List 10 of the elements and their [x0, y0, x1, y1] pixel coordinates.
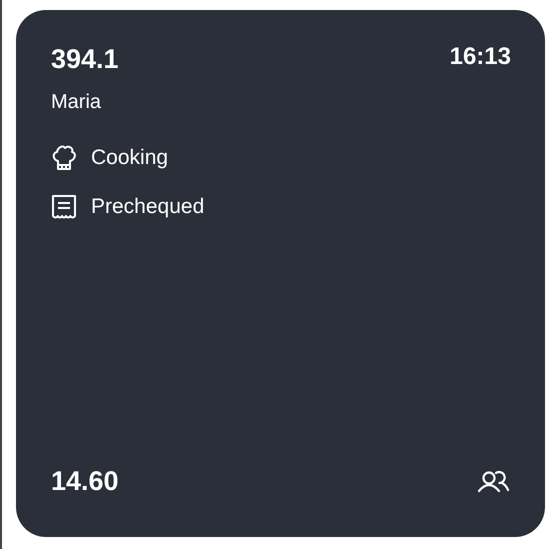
- order-total: 14.60: [51, 466, 119, 497]
- status-label: Cooking: [91, 146, 168, 170]
- guests-icon: [477, 470, 511, 494]
- order-card[interactable]: 394.1 16:13 Maria Cooking Prechequed 14.60: [16, 10, 545, 537]
- order-number: 394.1: [51, 44, 119, 75]
- waiter-name: Maria: [51, 91, 102, 114]
- order-time: 16:13: [450, 43, 511, 71]
- chef-hat-icon: [51, 144, 77, 172]
- status-label: Prechequed: [91, 195, 204, 219]
- receipt-icon: [51, 194, 77, 220]
